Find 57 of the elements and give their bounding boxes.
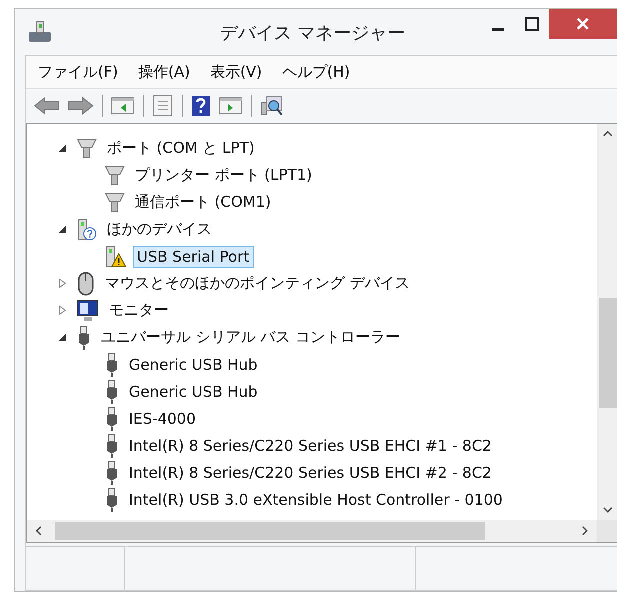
expanded-arrow-icon[interactable] [59, 333, 67, 342]
panel-icon[interactable] [219, 96, 243, 116]
close-button[interactable] [549, 9, 617, 39]
back-arrow-icon[interactable] [34, 97, 60, 115]
menu-item[interactable]: 操作(A) [138, 62, 190, 82]
forward-arrow-icon[interactable] [68, 97, 94, 115]
usb-plug-icon [105, 406, 119, 430]
tree-item[interactable]: ユニバーサル シリアル バス コントローラー [97, 326, 404, 349]
menu-item[interactable]: 表示(V) [210, 62, 262, 82]
panel-icon[interactable] [111, 96, 135, 116]
scrollbar-corner [597, 520, 617, 542]
serial-port-icon [77, 138, 97, 160]
tree-item[interactable]: マウスとそのほかのポインティング デバイス [101, 272, 414, 295]
usb-plug-icon [105, 380, 119, 404]
usb-plug-icon [105, 352, 119, 376]
tree-item[interactable]: Intel(R) 8 Series/C220 Series USB EHCI #1 - 8C2 [125, 434, 496, 456]
tree-item[interactable]: 通信ポート (COM1) [131, 191, 276, 214]
tree-item[interactable]: プリンター ポート (LPT1) [131, 164, 316, 187]
minimize-icon [492, 28, 504, 30]
collapsed-arrow-icon[interactable] [59, 279, 67, 288]
serial-port-icon [105, 192, 125, 214]
tree-item[interactable]: Intel(R) 8 Series/C220 Series USB EHCI #2 - 8C2 [125, 462, 496, 484]
scan-hardware-icon[interactable] [260, 95, 284, 117]
tree-item[interactable]: IES-4000 [125, 408, 200, 430]
tree-item[interactable]: ほかのデバイス [103, 218, 216, 241]
monitor-icon [77, 300, 99, 322]
expanded-arrow-icon[interactable] [59, 144, 67, 153]
usb-plug-icon [105, 488, 119, 512]
scroll-down-icon[interactable] [603, 506, 613, 514]
horizontal-scrollbar[interactable] [27, 520, 597, 542]
tree-item[interactable]: Generic USB Hub [125, 354, 262, 376]
mouse-icon [77, 272, 95, 296]
computer-icon [27, 20, 53, 44]
scroll-left-icon[interactable] [35, 526, 43, 536]
menu-item[interactable]: ファイル(F) [38, 62, 118, 82]
tree-item[interactable]: USB Serial Port [133, 246, 254, 268]
usb-plug-icon [105, 460, 119, 484]
tree-item[interactable]: Intel(R) USB 3.0 eXtensible Host Controller - 0100 [125, 488, 507, 510]
maximize-icon [525, 17, 539, 31]
expanded-arrow-icon[interactable] [59, 225, 67, 234]
scroll-right-icon[interactable] [581, 526, 589, 536]
tree-item[interactable]: モニター [105, 299, 173, 322]
tree-item[interactable]: Generic USB Hub [125, 380, 262, 402]
scroll-up-icon[interactable] [603, 130, 613, 138]
properties-icon[interactable] [152, 95, 174, 117]
device-question-icon [77, 218, 97, 240]
close-icon [576, 17, 590, 31]
window-title: デバイス マネージャー [220, 22, 406, 45]
usb-plug-icon [77, 326, 91, 350]
device-warning-icon [105, 246, 127, 268]
tree-item[interactable]: ポート (COM と LPT) [103, 137, 259, 160]
menu-item[interactable]: ヘルプ(H) [282, 62, 350, 82]
usb-plug-icon [105, 434, 119, 458]
serial-port-icon [105, 164, 125, 186]
help-icon[interactable] [191, 95, 211, 117]
vertical-scrollbar[interactable] [597, 124, 617, 520]
collapsed-arrow-icon[interactable] [59, 306, 67, 315]
